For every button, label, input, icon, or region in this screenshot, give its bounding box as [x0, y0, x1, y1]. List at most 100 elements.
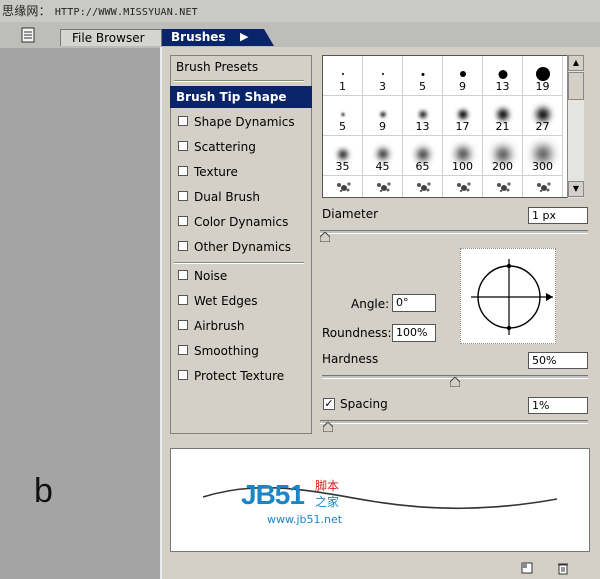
- scroll-thumb[interactable]: [568, 72, 584, 100]
- nav-item[interactable]: Protect Texture: [170, 365, 312, 387]
- hardness-field[interactable]: 50%: [528, 352, 588, 369]
- brush-tip-cell[interactable]: 21: [483, 96, 523, 136]
- brush-tip-size: 65: [415, 160, 430, 173]
- brush-tip-cell[interactable]: [403, 176, 443, 197]
- brush-tip-cell[interactable]: [443, 176, 483, 197]
- logo-jb51-text: JB51: [241, 479, 305, 510]
- nav-item[interactable]: Smoothing: [170, 340, 312, 362]
- nav-item[interactable]: Texture: [170, 161, 312, 183]
- brush-angle-icon[interactable]: [461, 249, 557, 345]
- checkbox-icon[interactable]: [178, 141, 188, 151]
- brush-tip-size: 13: [495, 80, 510, 93]
- brush-tip-cell[interactable]: 17: [443, 96, 483, 136]
- tab-brushes[interactable]: Brushes ▶: [162, 29, 274, 46]
- scroll-up-icon[interactable]: ▲: [568, 55, 584, 71]
- brush-tip-dot: [535, 67, 550, 81]
- spatter-brush-icon: [537, 182, 551, 193]
- tab-brushes-label: Brushes: [171, 30, 226, 44]
- brush-tip-dot: [458, 109, 467, 119]
- brush-tip-cell[interactable]: 13: [483, 56, 523, 96]
- brush-tip-cell[interactable]: 300: [523, 136, 563, 176]
- nav-brush-tip-shape[interactable]: Brush Tip Shape: [170, 86, 312, 108]
- nav-item[interactable]: Dual Brush: [170, 186, 312, 208]
- brush-tip-dot: [498, 69, 507, 79]
- watermark-cn: 思缘网：: [2, 4, 51, 18]
- brush-tip-dot: [459, 71, 466, 77]
- brush-tip-cell[interactable]: 200: [483, 136, 523, 176]
- diameter-field[interactable]: 1 px: [528, 207, 588, 224]
- brush-tip-grid[interactable]: 1 3 5 9 13 19 5 9 13 17 21 27 35 45 65 100 200 300: [322, 55, 584, 198]
- brush-tip-cell[interactable]: 1: [323, 56, 363, 96]
- brush-tip-cell[interactable]: 35: [323, 136, 363, 176]
- spacing-slider[interactable]: [320, 420, 588, 424]
- nav-item[interactable]: Scattering: [170, 136, 312, 158]
- brush-tip-dot: [456, 148, 469, 160]
- brush-tip-cell[interactable]: [523, 176, 563, 197]
- scroll-down-icon[interactable]: ▼: [568, 181, 584, 197]
- brush-tip-dot: [380, 111, 385, 117]
- nav-item[interactable]: Noise: [170, 265, 312, 287]
- checkbox-icon[interactable]: [178, 116, 188, 126]
- brush-tip-cell[interactable]: 100: [443, 136, 483, 176]
- new-brush-icon[interactable]: [520, 561, 534, 575]
- brush-tip-cell[interactable]: 5: [403, 56, 443, 96]
- checkbox-icon[interactable]: [178, 270, 188, 280]
- roundness-field[interactable]: 100%: [392, 324, 436, 342]
- nav-item-label: Airbrush: [194, 319, 245, 333]
- brush-tip-cell[interactable]: [323, 176, 363, 197]
- trash-icon[interactable]: [556, 561, 570, 575]
- brush-tip-size: 300: [532, 160, 553, 173]
- nav-item[interactable]: Other Dynamics: [170, 236, 312, 258]
- palette-menu-arrow-icon[interactable]: ▶: [240, 30, 248, 43]
- spacing-slider-knob[interactable]: [322, 422, 333, 432]
- nav-item-label: Smoothing: [194, 344, 259, 358]
- hardness-slider-knob[interactable]: [450, 377, 460, 387]
- brush-tip-cell[interactable]: 19: [523, 56, 563, 96]
- document-icon[interactable]: [20, 26, 38, 44]
- brush-tip-cell[interactable]: [483, 176, 523, 197]
- nav-divider: [174, 80, 304, 82]
- spacing-field[interactable]: 1%: [528, 397, 588, 414]
- brush-tip-cell[interactable]: 5: [323, 96, 363, 136]
- brush-tip-cell[interactable]: 27: [523, 96, 563, 136]
- brush-tip-cell[interactable]: 65: [403, 136, 443, 176]
- brush-tip-dot: [536, 107, 549, 121]
- checkbox-icon[interactable]: [178, 295, 188, 305]
- nav-brush-presets[interactable]: Brush Presets: [170, 56, 312, 78]
- brush-tip-dot: [497, 108, 508, 120]
- angle-field[interactable]: 0°: [392, 294, 436, 312]
- brush-grid-scrollbar[interactable]: ▲ ▼: [567, 55, 584, 198]
- checkbox-icon[interactable]: [178, 241, 188, 251]
- checkbox-icon[interactable]: [178, 320, 188, 330]
- logo-url: www.jb51.net: [267, 513, 343, 526]
- checkbox-icon[interactable]: [178, 370, 188, 380]
- spatter-brush-icon: [497, 182, 511, 193]
- checkbox-icon[interactable]: [178, 345, 188, 355]
- nav-item[interactable]: Color Dynamics: [170, 211, 312, 233]
- watermark-url: HTTP://WWW.MISSYUAN.NET: [54, 7, 198, 18]
- nav-item[interactable]: Wet Edges: [170, 290, 312, 312]
- nav-item[interactable]: Shape Dynamics: [170, 111, 312, 133]
- brush-tip-cell[interactable]: [363, 176, 403, 197]
- diameter-slider-knob[interactable]: [320, 232, 330, 242]
- brush-tip-cell[interactable]: 9: [443, 56, 483, 96]
- brush-angle-preview[interactable]: [460, 248, 556, 344]
- logo-cn-1: 脚本: [315, 479, 340, 493]
- checkbox-icon[interactable]: [178, 166, 188, 176]
- nav-item[interactable]: Airbrush: [170, 315, 312, 337]
- watermark: 思缘网： HTTP://WWW.MISSYUAN.NET: [2, 2, 198, 19]
- hardness-label: Hardness: [322, 352, 379, 366]
- tab-file-browser[interactable]: File Browser: [60, 29, 162, 46]
- spatter-brush-icon: [457, 182, 471, 193]
- annotation-letter: b: [34, 472, 53, 510]
- brush-tip-cell[interactable]: 45: [363, 136, 403, 176]
- diameter-label: Diameter: [322, 207, 379, 221]
- spacing-checkbox[interactable]: ✓: [323, 398, 335, 410]
- brush-tip-cell[interactable]: 3: [363, 56, 403, 96]
- brush-tip-cell[interactable]: 9: [363, 96, 403, 136]
- brush-tip-cell[interactable]: 13: [403, 96, 443, 136]
- angle-label: Angle:: [351, 297, 390, 311]
- diameter-slider[interactable]: [320, 230, 588, 234]
- checkbox-icon[interactable]: [178, 191, 188, 201]
- checkbox-icon[interactable]: [178, 216, 188, 226]
